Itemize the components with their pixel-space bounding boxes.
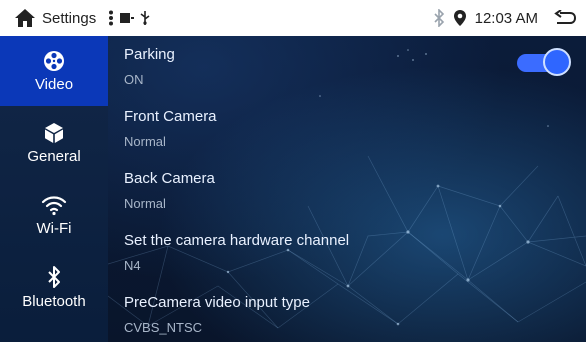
setting-camera-channel[interactable]: Set the camera hardware channel N4: [124, 222, 564, 284]
toggle-thumb: [543, 48, 571, 76]
settings-panel: Parking ON Front Camera Normal Back Came…: [108, 36, 586, 342]
sidebar-item-wifi[interactable]: Wi-Fi: [0, 180, 108, 250]
setting-front-camera[interactable]: Front Camera Normal: [124, 98, 564, 160]
setting-value: CVBS_NTSC: [124, 320, 203, 335]
bluetooth-icon: [46, 265, 62, 289]
back-icon[interactable]: [554, 10, 576, 26]
setting-value: ON: [124, 72, 144, 87]
film-reel-icon: [43, 50, 65, 72]
clock: 12:03 AM: [474, 9, 538, 27]
app-window: Settings 12:03 AM Video General Wi-Fi Bl…: [0, 0, 586, 342]
setting-title: Back Camera: [124, 170, 215, 187]
setting-title: Set the camera hardware channel: [124, 232, 350, 249]
setting-title: PreCamera video input type: [124, 294, 310, 311]
media-icon: [120, 12, 135, 24]
status-bar: Settings 12:03 AM: [0, 0, 586, 37]
wifi-icon: [41, 194, 67, 216]
bluetooth-icon: [433, 9, 445, 27]
setting-parking[interactable]: Parking ON: [124, 36, 564, 98]
setting-value: Normal: [124, 196, 166, 211]
setting-title: Front Camera: [124, 108, 217, 125]
location-pin-icon: [453, 9, 467, 27]
setting-value: N4: [124, 258, 141, 273]
home-icon[interactable]: [14, 8, 36, 28]
sidebar-item-label: General: [27, 147, 81, 165]
setting-precamera-input-type[interactable]: PreCamera video input type CVBS_NTSC: [124, 284, 564, 342]
setting-value: Normal: [124, 134, 166, 149]
more-vert-icon[interactable]: [108, 10, 114, 26]
sidebar-item-label: Wi-Fi: [36, 219, 72, 237]
usb-icon: [140, 11, 150, 25]
sidebar-item-label: Bluetooth: [22, 292, 86, 310]
app-title: Settings: [42, 9, 97, 27]
sidebar: Video General Wi-Fi Bluetooth: [0, 36, 108, 342]
setting-title: Parking: [124, 46, 175, 63]
sidebar-item-label: Video: [34, 75, 74, 93]
setting-back-camera[interactable]: Back Camera Normal: [124, 160, 564, 222]
parking-toggle[interactable]: [517, 48, 575, 78]
cube-icon: [43, 122, 65, 144]
sidebar-item-video[interactable]: Video: [0, 36, 108, 106]
sidebar-item-general[interactable]: General: [0, 108, 108, 178]
sidebar-item-bluetooth[interactable]: Bluetooth: [0, 252, 108, 322]
